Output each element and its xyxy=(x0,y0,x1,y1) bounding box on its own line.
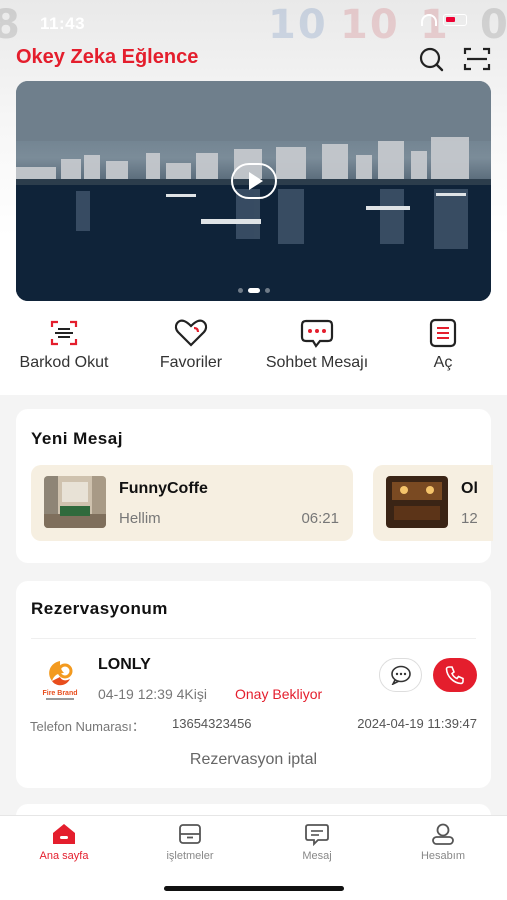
new-messages-card: Yeni Mesaj FunnyCoffe Hellim 06:21 Ol 12 xyxy=(16,409,493,563)
tab-label: işletmeler xyxy=(166,850,214,862)
quick-action-label: Aç xyxy=(433,354,453,371)
tab-businesses[interactable]: işletmeler xyxy=(145,822,235,862)
call-button[interactable] xyxy=(433,658,477,692)
home-icon xyxy=(53,824,75,844)
wifi-icon xyxy=(421,14,437,26)
new-messages-title: Yeni Mesaj xyxy=(31,429,123,448)
quick-action-favorites[interactable]: Favoriler xyxy=(148,318,234,372)
phone-number: 13654323456 xyxy=(172,716,252,731)
heart-icon xyxy=(174,319,208,347)
reservation-card: Rezervasyonum Fire Brand LONLY 04-19 12:… xyxy=(16,581,491,788)
status-time: 11:43 xyxy=(40,14,86,33)
quick-actions: Barkod Okut Favoriler Sohbet Mesajı Aç xyxy=(0,318,507,388)
tab-home[interactable]: Ana sayfa xyxy=(19,822,109,862)
tab-label: Hesabım xyxy=(420,850,466,862)
chat-button[interactable] xyxy=(379,658,422,692)
status-icons xyxy=(421,14,467,26)
user-icon xyxy=(432,823,454,845)
store-icon xyxy=(179,824,201,844)
phone-icon xyxy=(445,666,464,685)
divider xyxy=(31,638,476,639)
carousel-dots xyxy=(16,288,491,293)
carousel-dot-active xyxy=(247,288,260,293)
reservation-status: Onay Bekliyor xyxy=(235,686,323,702)
quick-action-label: Sohbet Mesajı xyxy=(265,354,369,371)
barcode-scan-icon xyxy=(50,320,78,346)
play-button[interactable] xyxy=(231,163,277,199)
chat-icon xyxy=(390,665,411,685)
tab-account[interactable]: Hesabım xyxy=(398,822,488,862)
search-icon[interactable] xyxy=(417,46,445,72)
carousel-dot xyxy=(264,288,270,293)
scan-icon[interactable] xyxy=(463,46,491,72)
document-icon xyxy=(429,318,457,348)
message-icon xyxy=(305,824,329,846)
message-sender: Ol xyxy=(461,480,478,497)
home-indicator xyxy=(164,886,344,891)
battery-icon xyxy=(443,14,467,26)
message-item[interactable]: Ol 12 xyxy=(373,465,493,541)
message-time: 12 xyxy=(461,510,478,527)
message-time: 06:21 xyxy=(301,510,339,527)
venue-name: LONLY xyxy=(98,656,151,673)
status-bar: 11:43 xyxy=(0,0,507,44)
chat-bubble-icon xyxy=(300,319,334,348)
venue-thumbnail xyxy=(44,476,106,528)
app-title: Okey Zeka Eğlence xyxy=(16,46,199,68)
reservation-title: Rezervasyonum xyxy=(31,599,168,618)
message-item[interactable]: FunnyCoffe Hellim 06:21 xyxy=(31,465,353,541)
venue-thumbnail xyxy=(386,476,448,528)
video-banner[interactable] xyxy=(16,81,491,301)
reservation-date: 04-19 12:39 4Kişi xyxy=(98,686,207,702)
message-sender: FunnyCoffe xyxy=(119,480,208,497)
quick-action-chat[interactable]: Sohbet Mesajı xyxy=(256,318,378,372)
quick-action-barcode[interactable]: Barkod Okut xyxy=(10,318,118,372)
quick-action-label: Favoriler xyxy=(159,354,223,371)
created-time: 2024-04-19 11:39:47 xyxy=(357,716,477,731)
svg-text:Fire Brand: Fire Brand xyxy=(42,690,77,697)
phone-label: Telefon Numarası： xyxy=(30,719,145,734)
messages-list[interactable]: FunnyCoffe Hellim 06:21 Ol 12 xyxy=(31,465,493,543)
tab-label: Mesaj xyxy=(302,850,332,862)
quick-action-open[interactable]: Aç xyxy=(420,318,466,372)
message-preview: Hellim xyxy=(119,510,161,527)
tab-messages[interactable]: Mesaj xyxy=(272,822,362,862)
cancel-reservation-button[interactable]: Rezervasyon iptal xyxy=(16,751,491,769)
carousel-dot xyxy=(237,288,243,293)
venue-logo: Fire Brand xyxy=(38,657,82,703)
tab-label: Ana sayfa xyxy=(39,850,89,862)
quick-action-label: Barkod Okut xyxy=(19,354,109,371)
